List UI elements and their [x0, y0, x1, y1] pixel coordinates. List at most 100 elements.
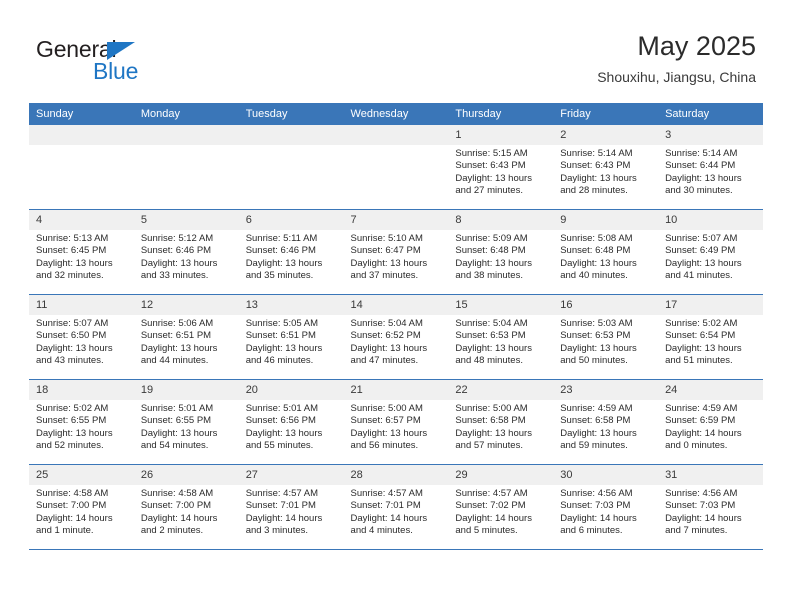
calendar-day-cell[interactable]: 18 Sunrise: 5:02 AM Sunset: 6:55 PM Dayligh… [29, 379, 134, 465]
day-number: 23 [553, 380, 659, 400]
daylight-text: Daylight: 13 hours and 44 minutes. [140, 342, 218, 367]
sunrise-text: Sunrise: 5:03 AM [560, 318, 633, 329]
calendar-day-cell[interactable]: 1 Sunrise: 5:15 AM Sunset: 6:43 PM Daylight… [448, 125, 554, 210]
day-details: Sunrise: 4:57 AM Sunset: 7:01 PM Daylight:… [239, 485, 344, 538]
daylight-text: Daylight: 13 hours and 46 minutes. [245, 342, 323, 367]
calendar-day-cell[interactable]: 9 Sunrise: 5:08 AM Sunset: 6:48 PM Daylight… [553, 209, 659, 295]
calendar-day-cell[interactable]: 10 Sunrise: 5:07 AM Sunset: 6:49 PM Dayligh… [658, 209, 763, 295]
day-number: 17 [658, 295, 763, 315]
calendar-day-cell[interactable]: 22 Sunrise: 5:00 AM Sunset: 6:58 PM Dayligh… [448, 379, 554, 465]
calendar-day-cell[interactable]: 8 Sunrise: 5:09 AM Sunset: 6:48 PM Daylight… [448, 209, 554, 295]
calendar-day-cell[interactable]: 15 Sunrise: 5:04 AM Sunset: 6:53 PM Dayligh… [448, 294, 554, 380]
sunrise-text: Sunrise: 4:57 AM [245, 488, 319, 499]
sunset-text: Sunset: 6:49 PM [665, 245, 736, 257]
day-number: 11 [29, 295, 134, 315]
day-number: 18 [29, 380, 134, 400]
calendar-day-cell[interactable]: 30 Sunrise: 4:56 AM Sunset: 7:03 PM Dayligh… [553, 464, 659, 550]
calendar-week-row: 18 Sunrise: 5:02 AM Sunset: 6:55 PM Dayligh… [29, 379, 763, 465]
day-number [238, 125, 344, 145]
calendar-day-cell[interactable]: 28 Sunrise: 4:57 AM Sunset: 7:01 PM Dayligh… [343, 464, 449, 550]
daylight-text: Daylight: 13 hours and 37 minutes. [350, 257, 428, 282]
day-details: Sunrise: 5:15 AM Sunset: 6:43 PM Daylight:… [448, 145, 553, 198]
sunset-text: Sunset: 7:00 PM [36, 500, 107, 512]
daylight-text: Daylight: 14 hours and 1 minute. [36, 512, 113, 537]
calendar-body: 1 Sunrise: 5:15 AM Sunset: 6:43 PM Daylight… [29, 125, 763, 550]
calendar-day-cell[interactable]: 4 Sunrise: 5:13 AM Sunset: 6:45 PM Daylight… [29, 209, 134, 295]
day-details: Sunrise: 5:06 AM Sunset: 6:51 PM Daylight:… [134, 315, 239, 368]
sunset-text: Sunset: 7:02 PM [455, 500, 526, 512]
calendar-day-cell[interactable]: 21 Sunrise: 5:00 AM Sunset: 6:57 PM Dayligh… [343, 379, 449, 465]
calendar-day-cell[interactable]: 20 Sunrise: 5:01 AM Sunset: 6:56 PM Dayligh… [238, 379, 344, 465]
daylight-text: Daylight: 14 hours and 7 minutes. [665, 512, 742, 537]
calendar-day-cell[interactable]: 6 Sunrise: 5:11 AM Sunset: 6:46 PM Daylight… [238, 209, 344, 295]
calendar-week-row: 4 Sunrise: 5:13 AM Sunset: 6:45 PM Daylight… [29, 209, 763, 295]
calendar-page: General Blue May 2025 Shouxihu, Jiangsu,… [0, 0, 792, 612]
sunrise-text: Sunrise: 4:57 AM [350, 488, 423, 499]
daylight-text: Daylight: 13 hours and 47 minutes. [350, 342, 428, 367]
sunrise-text: Sunrise: 5:15 AM [455, 148, 528, 159]
calendar-day-cell[interactable]: 23 Sunrise: 4:59 AM Sunset: 6:58 PM Dayligh… [553, 379, 659, 465]
calendar-week-row: 25 Sunrise: 4:58 AM Sunset: 7:00 PM Dayligh… [29, 464, 763, 550]
sunrise-text: Sunrise: 4:58 AM [140, 488, 214, 499]
brand-name-blue: Blue [93, 58, 139, 84]
day-number: 6 [238, 210, 344, 230]
day-number: 3 [658, 125, 763, 145]
day-details: Sunrise: 5:07 AM Sunset: 6:49 PM Daylight:… [658, 230, 763, 283]
calendar-day-cell[interactable]: 19 Sunrise: 5:01 AM Sunset: 6:55 PM Dayligh… [133, 379, 239, 465]
calendar-day-cell[interactable]: 2 Sunrise: 5:14 AM Sunset: 6:43 PM Daylight… [553, 125, 659, 210]
sunrise-text: Sunrise: 5:12 AM [140, 233, 214, 244]
calendar-day-cell[interactable]: 27 Sunrise: 4:57 AM Sunset: 7:01 PM Dayligh… [238, 464, 344, 550]
calendar-day-cell[interactable]: 31 Sunrise: 4:56 AM Sunset: 7:03 PM Dayligh… [658, 464, 763, 550]
sunset-text: Sunset: 7:01 PM [350, 500, 421, 512]
day-details: Sunrise: 5:13 AM Sunset: 6:45 PM Daylight:… [29, 230, 134, 283]
calendar-day-cell[interactable]: 12 Sunrise: 5:06 AM Sunset: 6:51 PM Dayligh… [133, 294, 239, 380]
sunset-text: Sunset: 6:54 PM [665, 330, 736, 342]
brand-logo[interactable]: General Blue [36, 36, 216, 88]
sunset-text: Sunset: 6:57 PM [350, 415, 421, 427]
sunset-text: Sunset: 6:53 PM [560, 330, 631, 342]
weekday-header-monday: Monday [133, 103, 239, 125]
sunrise-text: Sunrise: 4:59 AM [665, 403, 738, 414]
day-details: Sunrise: 5:14 AM Sunset: 6:43 PM Daylight:… [553, 145, 658, 198]
sunrise-text: Sunrise: 5:05 AM [245, 318, 319, 329]
weekday-header-wednesday: Wednesday [343, 103, 449, 125]
calendar-cell-empty [29, 125, 134, 210]
day-number: 27 [238, 465, 344, 485]
calendar-day-cell[interactable]: 16 Sunrise: 5:03 AM Sunset: 6:53 PM Dayligh… [553, 294, 659, 380]
calendar-day-cell[interactable]: 14 Sunrise: 5:04 AM Sunset: 6:52 PM Dayligh… [343, 294, 449, 380]
day-number: 31 [658, 465, 763, 485]
day-details: Sunrise: 5:10 AM Sunset: 6:47 PM Daylight:… [344, 230, 449, 283]
calendar-day-cell[interactable]: 11 Sunrise: 5:07 AM Sunset: 6:50 PM Dayligh… [29, 294, 134, 380]
calendar-day-cell[interactable]: 24 Sunrise: 4:59 AM Sunset: 6:59 PM Dayligh… [658, 379, 763, 465]
calendar-day-cell[interactable]: 25 Sunrise: 4:58 AM Sunset: 7:00 PM Dayligh… [29, 464, 134, 550]
day-details: Sunrise: 5:01 AM Sunset: 6:56 PM Daylight:… [239, 400, 344, 453]
day-details: Sunrise: 5:07 AM Sunset: 6:50 PM Daylight:… [29, 315, 134, 368]
day-number: 21 [343, 380, 449, 400]
page-title: May 2025 [637, 31, 756, 61]
weekday-header-tuesday: Tuesday [238, 103, 344, 125]
day-number: 8 [448, 210, 554, 230]
calendar-day-cell[interactable]: 3 Sunrise: 5:14 AM Sunset: 6:44 PM Daylight… [658, 125, 763, 210]
daylight-text: Daylight: 13 hours and 43 minutes. [36, 342, 113, 367]
sunset-text: Sunset: 6:53 PM [455, 330, 526, 342]
calendar-day-cell[interactable]: 13 Sunrise: 5:05 AM Sunset: 6:51 PM Dayligh… [238, 294, 344, 380]
day-details: Sunrise: 4:59 AM Sunset: 6:59 PM Daylight:… [658, 400, 763, 453]
day-number [343, 125, 449, 145]
sunrise-text: Sunrise: 5:08 AM [560, 233, 633, 244]
sunset-text: Sunset: 6:45 PM [36, 245, 107, 257]
daylight-text: Daylight: 13 hours and 59 minutes. [560, 427, 637, 452]
sunset-text: Sunset: 6:46 PM [245, 245, 316, 257]
calendar-week-row: 1 Sunrise: 5:15 AM Sunset: 6:43 PM Daylight… [29, 125, 763, 210]
day-details: Sunrise: 5:00 AM Sunset: 6:57 PM Daylight:… [344, 400, 449, 453]
day-details: Sunrise: 4:58 AM Sunset: 7:00 PM Daylight:… [134, 485, 239, 538]
calendar-day-cell[interactable]: 29 Sunrise: 4:57 AM Sunset: 7:02 PM Dayligh… [448, 464, 554, 550]
calendar-cell-empty [238, 125, 344, 210]
calendar-day-cell[interactable]: 7 Sunrise: 5:10 AM Sunset: 6:47 PM Daylight… [343, 209, 449, 295]
daylight-text: Daylight: 13 hours and 32 minutes. [36, 257, 113, 282]
day-details: Sunrise: 4:57 AM Sunset: 7:02 PM Daylight:… [448, 485, 553, 538]
day-details: Sunrise: 4:58 AM Sunset: 7:00 PM Daylight:… [29, 485, 134, 538]
sunrise-text: Sunrise: 5:00 AM [455, 403, 528, 414]
calendar-day-cell[interactable]: 17 Sunrise: 5:02 AM Sunset: 6:54 PM Dayligh… [658, 294, 763, 380]
calendar-day-cell[interactable]: 5 Sunrise: 5:12 AM Sunset: 6:46 PM Daylight… [133, 209, 239, 295]
calendar-day-cell[interactable]: 26 Sunrise: 4:58 AM Sunset: 7:00 PM Dayligh… [133, 464, 239, 550]
